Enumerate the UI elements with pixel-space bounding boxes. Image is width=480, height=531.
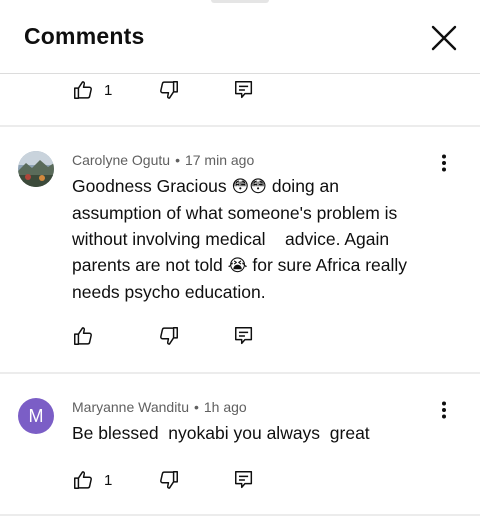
like-count: 1 xyxy=(104,81,113,99)
more-options-button[interactable] xyxy=(434,398,454,422)
reply-button[interactable] xyxy=(233,79,255,101)
avatar[interactable]: M xyxy=(18,398,54,434)
comment-actions xyxy=(72,321,253,351)
more-vert-icon xyxy=(442,154,446,172)
reply-button[interactable] xyxy=(233,469,255,491)
divider xyxy=(0,514,480,516)
like-button[interactable]: 1 xyxy=(72,79,112,101)
close-icon xyxy=(431,25,457,51)
avatar-letter: M xyxy=(28,405,44,426)
thumb-up-icon xyxy=(74,471,92,489)
flushed-emoji: 😳😳 xyxy=(231,177,267,197)
like-button[interactable]: 1 xyxy=(72,469,112,491)
comment-meta: Carolyne Ogutu • 17 min ago xyxy=(72,152,255,168)
like-button[interactable] xyxy=(72,325,94,347)
reply-icon xyxy=(235,81,253,99)
page-title: Comments xyxy=(24,23,145,49)
like-count: 1 xyxy=(104,471,113,489)
reply-button[interactable] xyxy=(233,325,255,347)
comment-author[interactable]: Maryanne Wanditu xyxy=(72,399,189,415)
crying-emoji: 😭 xyxy=(227,256,248,276)
comment-author[interactable]: Carolyne Ogutu xyxy=(72,152,170,168)
thumb-up-icon xyxy=(74,327,92,345)
comment-time: 1h ago xyxy=(203,399,247,415)
thumb-down-icon xyxy=(160,81,178,99)
thumb-down-icon xyxy=(160,327,178,345)
avatar[interactable] xyxy=(18,151,54,187)
comments-header: Comments xyxy=(0,0,480,74)
dislike-button[interactable] xyxy=(158,469,180,491)
comment-meta: Maryanne Wanditu • 1h ago xyxy=(72,399,247,415)
thumb-down-icon xyxy=(160,471,178,489)
thumb-up-icon xyxy=(74,81,92,99)
comment-actions: 1 xyxy=(72,465,253,495)
more-options-button[interactable] xyxy=(434,151,454,175)
more-vert-icon xyxy=(442,401,446,419)
dislike-button[interactable] xyxy=(158,325,180,347)
comment-item: M Maryanne Wanditu • 1h ago Be blessed nyo… xyxy=(0,374,480,514)
reply-icon xyxy=(235,327,253,345)
comment-actions: 1 xyxy=(72,75,253,105)
comment-text: Be blessed nyokabi you always great xyxy=(72,423,370,443)
avatar-photo xyxy=(18,151,54,187)
comment-item: Carolyne Ogutu • 17 min ago Goodness Graci… xyxy=(0,127,480,373)
comment-text: Goodness Gracious 😳😳 doing an assumption… xyxy=(72,176,408,302)
close-button[interactable] xyxy=(426,20,462,56)
comment-time: 17 min ago xyxy=(184,152,255,168)
dislike-button[interactable] xyxy=(158,79,180,101)
reply-icon xyxy=(235,471,253,489)
